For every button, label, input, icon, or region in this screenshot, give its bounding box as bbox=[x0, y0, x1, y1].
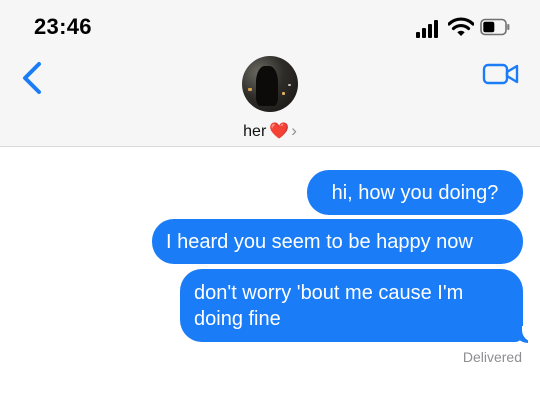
status-time: 23:46 bbox=[34, 14, 92, 39]
conversation-header: 23:46 her ❤️ › bbox=[0, 0, 540, 147]
avatar[interactable] bbox=[242, 56, 298, 112]
delivery-status: Delivered bbox=[462, 349, 522, 365]
contact-name: her bbox=[243, 123, 267, 140]
heart-emoji: ❤️ bbox=[269, 123, 290, 140]
avatar-figure bbox=[256, 66, 278, 106]
wifi-icon bbox=[448, 17, 474, 36]
cellular-signal-icon bbox=[416, 18, 442, 38]
message-bubble[interactable]: hi, how you doing? bbox=[307, 170, 523, 215]
chevron-left-icon[interactable] bbox=[20, 61, 44, 95]
message-bubble[interactable]: don't worry 'bout me cause I'm doing fin… bbox=[180, 269, 523, 342]
contact-name-button[interactable]: her ❤️ › bbox=[0, 121, 540, 141]
message-bubble[interactable]: I heard you seem to be happy now bbox=[152, 219, 523, 264]
video-camera-icon[interactable] bbox=[482, 62, 520, 86]
status-icons bbox=[416, 16, 516, 40]
chevron-right-icon: › bbox=[291, 121, 297, 140]
battery-icon bbox=[480, 18, 510, 36]
